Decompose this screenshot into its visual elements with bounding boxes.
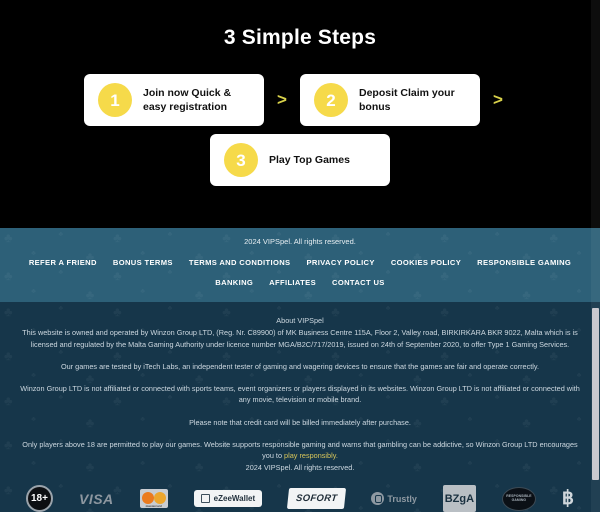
club-suit-icon: ♣ — [277, 305, 282, 312]
step-label-1: Join now Quick & easy registration — [143, 86, 232, 113]
payment-item-visa: VISA — [79, 485, 114, 512]
legal-paragraph-affiliation: Winzon Group LTD is not affiliated or co… — [20, 384, 580, 405]
footer-link-affiliates[interactable]: AFFILIATES — [269, 278, 316, 287]
step-arrow-icon-2: > — [493, 90, 503, 109]
club-suit-icon: ♣ — [31, 288, 36, 295]
club-suit-icon: ♣ — [495, 305, 500, 312]
club-suit-icon: ♣ — [86, 288, 95, 301]
footer-link-privacy-policy[interactable]: PRIVACY POLICY — [306, 258, 374, 267]
footer-copyright-top: 2024 VIPSpel. All rights reserved. — [244, 237, 356, 246]
responsible-gaming-badge-label: RESPONSIBLE GAMING — [506, 494, 532, 502]
club-suit-icon: ♣ — [359, 288, 364, 295]
club-suit-icon: ♣ — [140, 288, 145, 295]
scrollbar-track[interactable] — [591, 0, 600, 512]
footer-copyright-bottom: 2024 VIPSpel. All rights reserved. — [245, 462, 355, 472]
club-suit-icon: ♣ — [140, 250, 145, 257]
step-label-3: Play Top Games — [269, 153, 350, 166]
payment-item-mastercard: mastercard — [139, 485, 168, 512]
mastercard-icon: mastercard — [139, 489, 168, 509]
age-18-plus-icon: 18+ — [25, 485, 53, 512]
payment-item-ezeewallet: eZeeWallet — [193, 485, 263, 512]
club-suit-icon: ♣ — [195, 288, 204, 301]
step-card-2[interactable]: 2 Deposit Claim your bonus — [300, 74, 480, 126]
footer-link-responsible-gaming[interactable]: RESPONSIBLE GAMING — [477, 258, 571, 267]
payment-item-sofort: SOFORT — [287, 485, 347, 512]
bitcoin-icon: ฿ — [561, 488, 574, 510]
legal-text-block: About VIPSpel This website is owned and … — [12, 315, 588, 473]
legal-paragraph-responsible-gaming: Only players above 18 are permitted to p… — [12, 439, 588, 462]
step-number-2: 2 — [314, 83, 348, 117]
club-suit-icon: ♣ — [277, 269, 282, 276]
payment-item-bitcoin: ฿ — [562, 485, 574, 512]
club-suit-icon: ♣ — [386, 269, 391, 276]
club-suit-icon: ♣ — [386, 305, 391, 312]
club-suit-icon: ♣ — [59, 269, 64, 276]
club-suit-icon: ♣ — [413, 288, 422, 301]
steps-list: 1 Join now Quick & easy registration > 2… — [0, 74, 600, 186]
trustly-lock-icon — [371, 492, 385, 506]
step-arrow-icon-1: > — [277, 90, 287, 109]
mastercard-circle-right — [153, 492, 166, 505]
ezeewallet-icon: eZeeWallet — [193, 490, 263, 508]
footer-navigation-section: ♣♣♣♣♣♣♣♣♣♣♣♣♣♣♣♣♣♣♣♣♣♣♣♣♣♣♣♣♣♣♣♣♣♣♣♣♣♣♣♣… — [0, 228, 600, 302]
club-suit-icon: ♣ — [250, 250, 255, 257]
scrollbar-thumb[interactable] — [592, 308, 599, 480]
play-responsibly-link[interactable]: play responsibly. — [284, 451, 338, 460]
payment-item-responsible-gaming: RESPONSIBLE GAMING — [501, 485, 536, 512]
page-root: 3 Simple Steps 1 Join now Quick & easy r… — [0, 0, 600, 512]
simple-steps-section: 3 Simple Steps 1 Join now Quick & easy r… — [0, 0, 600, 228]
club-suit-icon: ♣ — [522, 288, 531, 301]
payment-item-age: 18+ — [25, 485, 53, 512]
ezeewallet-label: eZeeWallet — [213, 494, 256, 504]
club-suit-icon: ♣ — [577, 250, 582, 257]
step-card-1[interactable]: 1 Join now Quick & easy registration — [84, 74, 264, 126]
sofort-icon: SOFORT — [287, 488, 347, 510]
step-number-1: 1 — [98, 83, 132, 117]
ezeewallet-mark-icon — [200, 494, 210, 504]
payment-item-bzga: BZgA — [442, 485, 476, 512]
footer-legal-section: ♣♣♣♣♣♣♣♣♣♣♣♣♣♣♣♣♣♣♣♣♣♣♣♣♣♣♣♣♣♣♣♣♣♣♣♣♣♣♣♣… — [0, 302, 600, 512]
trustly-icon: Trustly — [371, 492, 417, 506]
club-suit-icon: ♣ — [577, 288, 582, 295]
about-heading: About VIPSpel — [276, 316, 324, 325]
club-suit-icon: ♣ — [59, 305, 64, 312]
club-suit-icon: ♣ — [359, 250, 364, 257]
club-suit-icon: ♣ — [250, 288, 255, 295]
mastercard-label: mastercard — [145, 504, 162, 509]
payment-methods-row: 18+ VISA mastercard eZeeWallet SOFORT Tr… — [12, 485, 588, 512]
footer-link-terms-and-conditions[interactable]: TERMS AND CONDITIONS — [189, 258, 291, 267]
club-suit-icon: ♣ — [168, 305, 173, 312]
club-suit-icon: ♣ — [468, 288, 473, 295]
club-suit-icon: ♣ — [31, 250, 36, 257]
footer-link-bonus-terms[interactable]: BONUS TERMS — [113, 258, 173, 267]
step-label-2: Deposit Claim your bonus — [359, 86, 455, 113]
steps-row-top: 1 Join now Quick & easy registration > 2… — [0, 74, 600, 126]
legal-paragraph-itech-labs: Our games are tested by iTech Labs, an i… — [60, 361, 540, 371]
footer-link-refer-a-friend[interactable]: REFER A FRIEND — [29, 258, 97, 267]
responsible-gaming-icon: RESPONSIBLE GAMING — [501, 486, 536, 511]
legal-paragraph-license: This website is owned and operated by Wi… — [22, 328, 578, 349]
club-suit-icon: ♣ — [495, 269, 500, 276]
steps-row-bottom: 3 Play Top Games — [0, 134, 600, 186]
footer-link-contact-us[interactable]: CONTACT US — [332, 278, 385, 287]
payment-item-trustly: Trustly — [371, 485, 417, 512]
club-suit-icon: ♣ — [168, 269, 173, 276]
legal-paragraph-credit-card: Please note that credit card will be bil… — [189, 417, 411, 427]
visa-icon: VISA — [78, 490, 114, 507]
trustly-label: Trustly — [387, 493, 417, 504]
page-title: 3 Simple Steps — [223, 26, 377, 49]
footer-nav-row-2: BANKING AFFILIATES CONTACT US — [0, 278, 600, 287]
footer-link-banking[interactable]: BANKING — [215, 278, 253, 287]
step-number-3: 3 — [224, 143, 258, 177]
footer-link-cookies-policy[interactable]: COOKIES POLICY — [391, 258, 461, 267]
mastercard-circle-left — [141, 492, 154, 505]
club-suit-icon: ♣ — [304, 288, 313, 301]
step-card-3[interactable]: 3 Play Top Games — [210, 134, 390, 186]
club-suit-icon: ♣ — [468, 250, 473, 257]
footer-nav-row-1: REFER A FRIEND BONUS TERMS TERMS AND CON… — [0, 258, 600, 267]
bzga-icon: BZgA — [442, 485, 476, 512]
